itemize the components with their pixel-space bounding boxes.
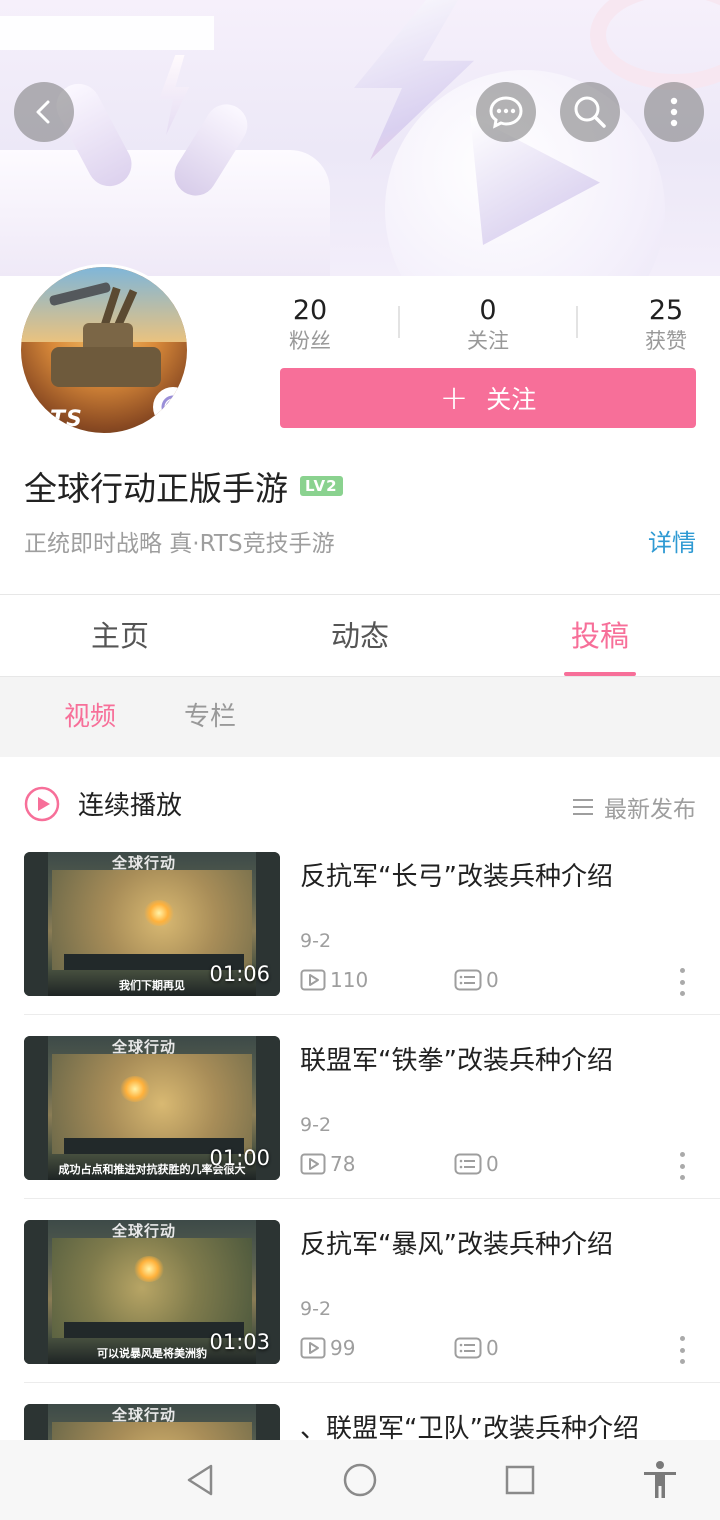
play-all-button[interactable]: 连续播放	[24, 785, 182, 822]
search-button[interactable]	[560, 82, 620, 142]
video-more-icon[interactable]	[676, 968, 688, 996]
sort-label: 最新发布	[604, 797, 696, 823]
video-date: 9-2	[300, 1114, 332, 1136]
video-date: 9-2	[300, 930, 332, 952]
verified-badge-icon	[153, 387, 187, 427]
avatar-tank	[51, 347, 161, 387]
message-button[interactable]	[476, 82, 536, 142]
stat-label: 获赞	[645, 329, 687, 353]
plus-icon: +	[439, 378, 469, 418]
video-meta: 99 0	[300, 1336, 499, 1360]
stat-label: 粉丝	[289, 329, 331, 353]
comment-icon	[454, 969, 482, 991]
stat-value: 25	[648, 295, 684, 326]
video-thumbnail[interactable]: 全球行动 可以说暴风是将美洲豹 01:03	[24, 1220, 280, 1364]
stat-label: 关注	[467, 329, 509, 353]
stat-value: 0	[479, 295, 497, 326]
play-count: 99	[300, 1336, 454, 1360]
thumbnail-logo: 全球行动	[112, 1038, 177, 1056]
circle-home-icon	[343, 1463, 377, 1497]
video-more-icon[interactable]	[676, 1336, 688, 1364]
status-bar-area	[0, 16, 214, 50]
square-recents-icon	[505, 1465, 535, 1495]
comment-count: 0	[454, 968, 499, 992]
avatar-text: RTS	[33, 407, 83, 432]
sort-button[interactable]: 最新发布	[572, 790, 696, 824]
banner-decoration	[590, 0, 720, 90]
profile-name: 全球行动正版手游	[24, 469, 288, 508]
divider	[576, 306, 578, 338]
divider	[24, 1382, 720, 1383]
video-duration: 01:00	[209, 1146, 270, 1170]
play-count: 78	[300, 1152, 454, 1176]
video-item[interactable]: 全球行动 我们下期再见 01:06 反抗军“长弓”改装兵种介绍 9-2 110 …	[24, 852, 720, 1036]
stat-following[interactable]: 0 关注	[428, 296, 548, 356]
profile-bio: 正统即时战略 真·RTS竞技手游	[24, 531, 335, 557]
avatar[interactable]: RTS	[18, 264, 190, 436]
search-icon	[574, 96, 606, 128]
follow-button[interactable]: + 关注	[280, 368, 696, 428]
video-date: 9-2	[300, 1298, 332, 1320]
accessibility-icon	[644, 1461, 676, 1498]
tab-submissions[interactable]: 投稿	[480, 596, 720, 676]
comment-count: 0	[454, 1152, 499, 1176]
divider	[398, 306, 400, 338]
detail-link[interactable]: 详情	[648, 523, 696, 558]
thumbnail-logo: 全球行动	[112, 854, 177, 872]
video-meta: 78 0	[300, 1152, 499, 1176]
header-banner	[0, 0, 720, 276]
stat-value: 20	[292, 295, 328, 326]
nav-home-button[interactable]	[340, 1460, 380, 1500]
follow-button-label: 关注	[486, 385, 537, 414]
play-count-icon	[300, 969, 326, 991]
thumbnail-logo: 全球行动	[112, 1406, 177, 1424]
stat-fans[interactable]: 20 粉丝	[250, 296, 370, 356]
chevron-left-icon	[36, 100, 50, 124]
play-circle-icon	[24, 786, 60, 821]
subtab-videos[interactable]: 视频	[64, 677, 116, 757]
more-button[interactable]	[644, 82, 704, 142]
video-duration: 01:03	[209, 1330, 270, 1354]
play-count-icon	[300, 1337, 326, 1359]
triangle-back-icon	[187, 1464, 213, 1496]
comment-count: 0	[454, 1336, 499, 1360]
sub-tabs: 视频 专栏	[0, 677, 720, 757]
banner-decoration	[159, 55, 190, 135]
video-meta: 110 0	[300, 968, 499, 992]
divider	[24, 1014, 720, 1015]
comment-icon	[454, 1337, 482, 1359]
nav-back-button[interactable]	[180, 1460, 220, 1500]
system-navigation-bar	[0, 1440, 720, 1520]
comment-icon	[454, 1153, 482, 1175]
subtab-articles[interactable]: 专栏	[184, 677, 236, 757]
level-badge: LV2	[300, 476, 343, 496]
play-count-icon	[300, 1153, 326, 1175]
stat-likes[interactable]: 25 获赞	[606, 296, 720, 356]
banner-decoration	[0, 150, 330, 276]
tab-dynamics[interactable]: 动态	[240, 596, 480, 676]
play-count: 110	[300, 968, 454, 992]
video-item[interactable]: 全球行动 成功占点和推进对抗获胜的几率会很大 01:00 联盟军“铁拳”改装兵种…	[24, 1036, 720, 1220]
nav-recents-button[interactable]	[500, 1460, 540, 1500]
profile-name-row: 全球行动正版手游 LV2	[24, 462, 343, 510]
thumbnail-logo: 全球行动	[112, 1222, 177, 1240]
accessibility-button[interactable]	[640, 1460, 680, 1500]
profile-tabs: 主页 动态 投稿	[0, 596, 720, 676]
video-thumbnail[interactable]: 全球行动 我们下期再见 01:06	[24, 852, 280, 996]
video-duration: 01:06	[209, 962, 270, 986]
tab-home[interactable]: 主页	[0, 596, 240, 676]
video-more-icon[interactable]	[676, 1152, 688, 1180]
video-title[interactable]: 联盟军“铁拳”改装兵种介绍	[300, 1040, 613, 1077]
video-item[interactable]: 全球行动 可以说暴风是将美洲豹 01:03 反抗军“暴风”改装兵种介绍 9-2 …	[24, 1220, 720, 1404]
play-all-label: 连续播放	[78, 791, 183, 821]
divider	[0, 594, 720, 595]
video-title[interactable]: 反抗军“暴风”改装兵种介绍	[300, 1224, 613, 1261]
video-title[interactable]: 反抗军“长弓”改装兵种介绍	[300, 856, 613, 893]
divider	[24, 1198, 720, 1199]
chat-bubble-icon	[489, 96, 523, 129]
back-button[interactable]	[14, 82, 74, 142]
video-thumbnail[interactable]: 全球行动 成功占点和推进对抗获胜的几率会很大 01:00	[24, 1036, 280, 1180]
more-vertical-icon	[670, 97, 678, 127]
list-icon	[573, 799, 593, 815]
